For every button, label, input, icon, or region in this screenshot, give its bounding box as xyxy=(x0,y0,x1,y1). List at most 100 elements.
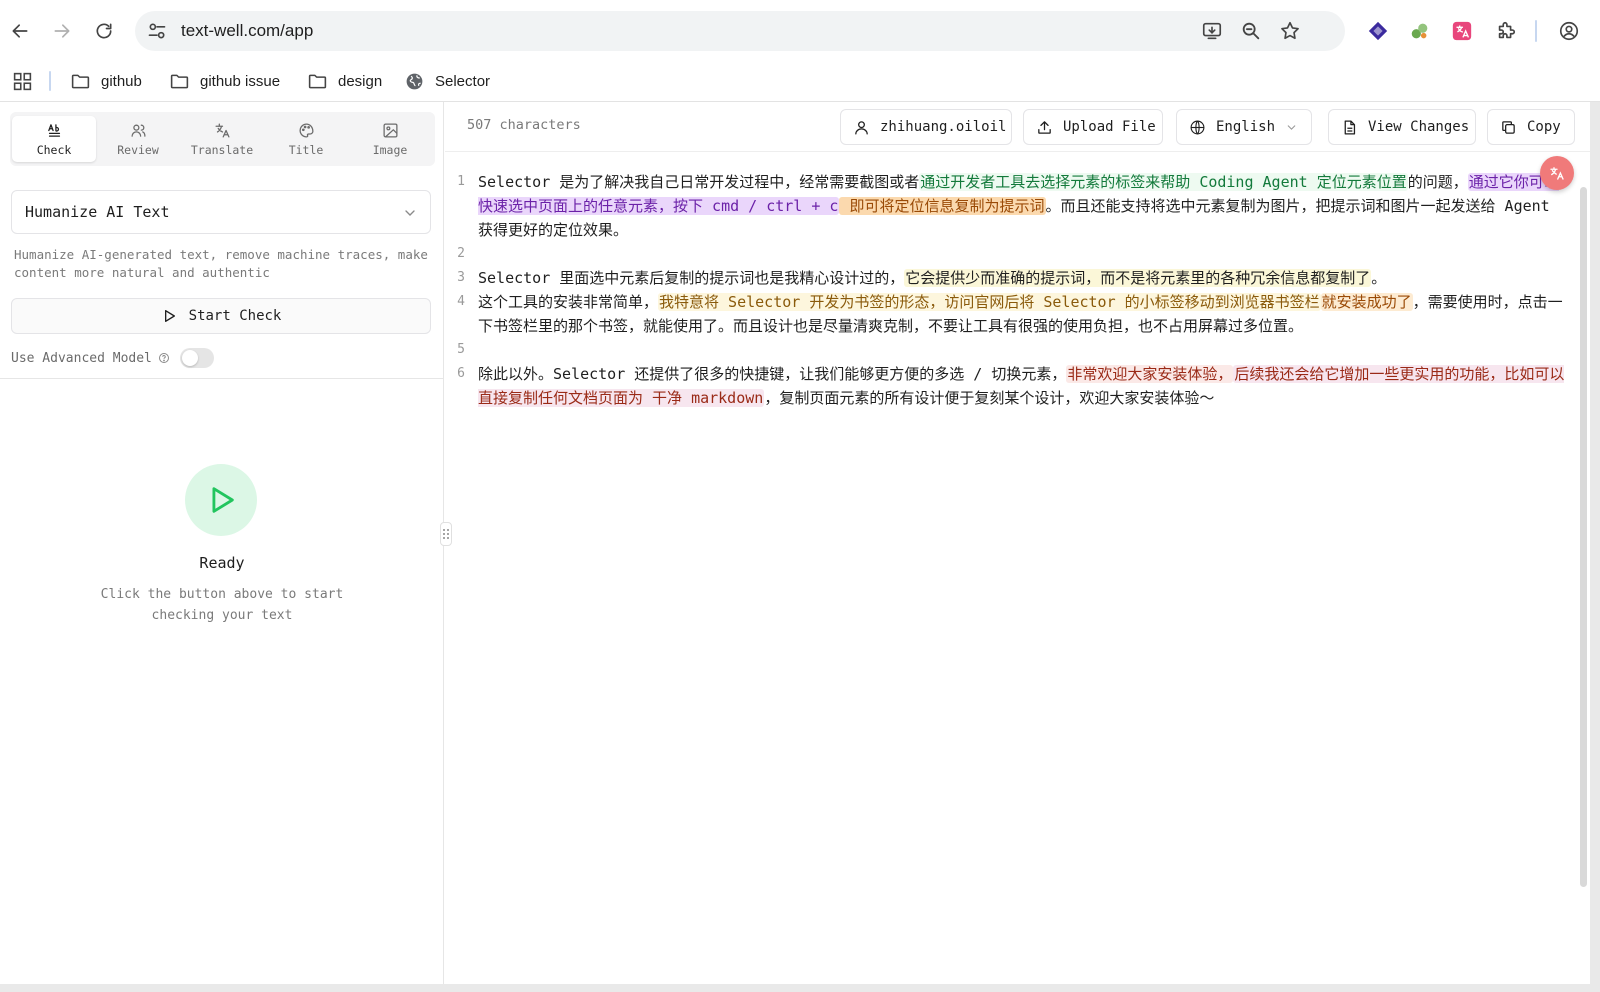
divider xyxy=(0,378,444,379)
upload-file-button[interactable]: Upload File xyxy=(1023,109,1163,145)
tab-image[interactable]: Image xyxy=(348,116,432,162)
bookmark-label: Selector xyxy=(435,72,491,90)
line-number: 4 xyxy=(457,294,465,309)
bookmark-star-icon[interactable] xyxy=(1279,20,1301,42)
advanced-model-toggle[interactable] xyxy=(180,348,214,368)
ready-indicator xyxy=(185,464,257,536)
status-title: Ready xyxy=(199,554,245,572)
extension-puzzle-green-icon[interactable] xyxy=(1408,19,1432,43)
tab-review[interactable]: Review xyxy=(96,116,180,162)
reload-button[interactable] xyxy=(87,14,121,48)
toolbar-separator xyxy=(1535,20,1537,42)
translate-icon xyxy=(1550,167,1564,180)
site-settings-icon[interactable] xyxy=(147,21,167,41)
extension-diamond-icon[interactable] xyxy=(1366,19,1390,43)
floating-assistant-button[interactable] xyxy=(1540,156,1574,190)
text-editor[interactable]: 1 Selector 是为了解决我自己日常开发过程中，经常需要截图或者通过开发者… xyxy=(445,170,1585,980)
text-segment: 除此以外。Selector 还提供了很多的快捷键，让我们能够更方便的多选 / 切… xyxy=(478,365,1067,383)
advanced-model-row: Use Advanced Model xyxy=(11,348,170,368)
editor-scrollbar[interactable] xyxy=(1580,187,1587,887)
line-number: 2 xyxy=(457,246,465,261)
suggestion-highlight[interactable]: 它会提供少而准确的提示词，而不是将元素里的各种冗余信息都复制了 xyxy=(904,269,1372,287)
tab-check[interactable]: Check xyxy=(12,116,96,162)
user-button[interactable]: zhihuang.oiloil xyxy=(840,109,1012,145)
line-text[interactable]: Selector 是为了解决我自己日常开发过程中，经常需要截图或者通过开发者工具… xyxy=(478,170,1573,242)
suggestion-highlight[interactable]: 非常欢迎大家安装体验， xyxy=(1066,365,1234,383)
zoom-icon[interactable] xyxy=(1240,20,1262,42)
forward-button[interactable] xyxy=(45,14,79,48)
line-number: 6 xyxy=(457,366,465,381)
bookmark-github[interactable]: github xyxy=(70,68,142,94)
extensions-puzzle-icon[interactable] xyxy=(1494,19,1518,43)
translate-icon xyxy=(214,122,230,138)
window-bottom-edge xyxy=(0,984,1600,992)
editor-panel: 507 characters zhihuang.oiloil Upload Fi… xyxy=(445,102,1590,984)
tab-label: Title xyxy=(288,142,324,157)
users-icon xyxy=(130,124,146,137)
suggestion-highlight[interactable]: 就安装成功了 xyxy=(1320,293,1413,311)
tab-title[interactable]: Title xyxy=(264,116,348,162)
language-select[interactable]: English xyxy=(1176,109,1312,145)
view-changes-label: View Changes xyxy=(1368,119,1470,135)
globe-icon xyxy=(1190,120,1205,134)
language-value: English xyxy=(1216,119,1276,135)
address-bar[interactable]: text-well.com/app xyxy=(135,11,1345,51)
text-segment: Selector 是为了解决我自己日常开发过程中，经常需要截图或者 xyxy=(478,173,920,191)
suggestion-highlight[interactable]: 即可将定位信息复制为提示词 xyxy=(839,197,1046,215)
help-icon[interactable] xyxy=(158,352,170,364)
user-name: zhihuang.oiloil xyxy=(880,119,1007,135)
line-text[interactable]: 这个工具的安装非常简单，我特意将 Selector 开发为书签的形态，访问官网后… xyxy=(478,290,1573,338)
bookmarks-bar: github github issue design Selector xyxy=(0,62,1600,102)
browser-toolbar: text-well.com/app xyxy=(0,0,1600,62)
palette-icon xyxy=(298,122,314,138)
bookmark-github-issue[interactable]: github issue xyxy=(169,68,280,94)
bookmark-label: github issue xyxy=(200,72,281,90)
bookmark-selector[interactable]: Selector xyxy=(404,68,490,94)
copy-button[interactable]: Copy xyxy=(1487,109,1575,145)
folder-icon xyxy=(170,74,189,88)
window-edge xyxy=(1590,102,1600,992)
arrow-right-icon xyxy=(54,24,70,38)
upload-icon xyxy=(1038,120,1051,134)
tab-label: Review xyxy=(117,142,159,157)
start-check-button[interactable]: Start Check xyxy=(11,298,431,334)
tab-label: Check xyxy=(36,142,72,157)
suggestion-highlight[interactable]: 通过开发者工具去选择元素的标签来帮助 Coding Agent 定位元素位置 xyxy=(919,173,1408,191)
suggestion-highlight[interactable]: 我特意将 Selector 开发为书签的形态，访问官网后将 Selector 的… xyxy=(658,293,1321,311)
bookmark-design[interactable]: design xyxy=(307,68,382,94)
back-button[interactable] xyxy=(3,14,37,48)
view-changes-button[interactable]: View Changes xyxy=(1328,109,1476,145)
folder-icon xyxy=(308,74,327,88)
document-icon xyxy=(1344,119,1356,135)
play-icon xyxy=(164,310,175,322)
status-subtitle: Click the button above to start checking… xyxy=(100,587,344,623)
install-app-icon[interactable] xyxy=(1201,20,1223,42)
folder-icon xyxy=(71,74,90,88)
advanced-model-label: Use Advanced Model xyxy=(11,350,152,366)
line-text[interactable]: 除此以外。Selector 还提供了很多的快捷键，让我们能够更方便的多选 / 切… xyxy=(478,362,1573,410)
line-number: 3 xyxy=(457,270,465,285)
text-segment: 。 xyxy=(1371,269,1387,287)
chevron-down-icon xyxy=(405,210,415,216)
arrow-left-icon xyxy=(12,24,28,38)
tab-translate[interactable]: Translate xyxy=(180,116,264,162)
text-segment: 的问题， xyxy=(1407,173,1468,191)
line-text[interactable]: Selector 里面选中元素后复制的提示词也是我精心设计过的，它会提供少而准确… xyxy=(478,266,1573,290)
spellcheck-icon xyxy=(47,123,60,137)
text-well-app: Check Review Translate Title Image Human… xyxy=(0,102,1590,984)
text-segment: 这个工具的安装非常简单， xyxy=(478,293,659,311)
copy-icon xyxy=(1502,120,1515,134)
url-text[interactable]: text-well.com/app xyxy=(181,21,313,41)
tool-tabs: Check Review Translate Title Image xyxy=(10,112,435,166)
apps-button[interactable] xyxy=(12,68,33,94)
line-number: 1 xyxy=(457,174,465,189)
profile-icon[interactable] xyxy=(1557,19,1581,43)
globe-icon xyxy=(406,73,423,89)
text-segment: ，复制页面元素的所有设计便于复刻某个设计，欢迎大家安装体验～ xyxy=(764,389,1215,407)
bookmark-label: design xyxy=(338,72,383,90)
character-count: 507 characters xyxy=(467,117,581,133)
mode-select[interactable]: Humanize AI Text xyxy=(11,190,431,234)
reload-icon xyxy=(96,23,112,39)
line-number: 5 xyxy=(457,342,465,357)
extension-translate-icon[interactable] xyxy=(1450,19,1474,43)
